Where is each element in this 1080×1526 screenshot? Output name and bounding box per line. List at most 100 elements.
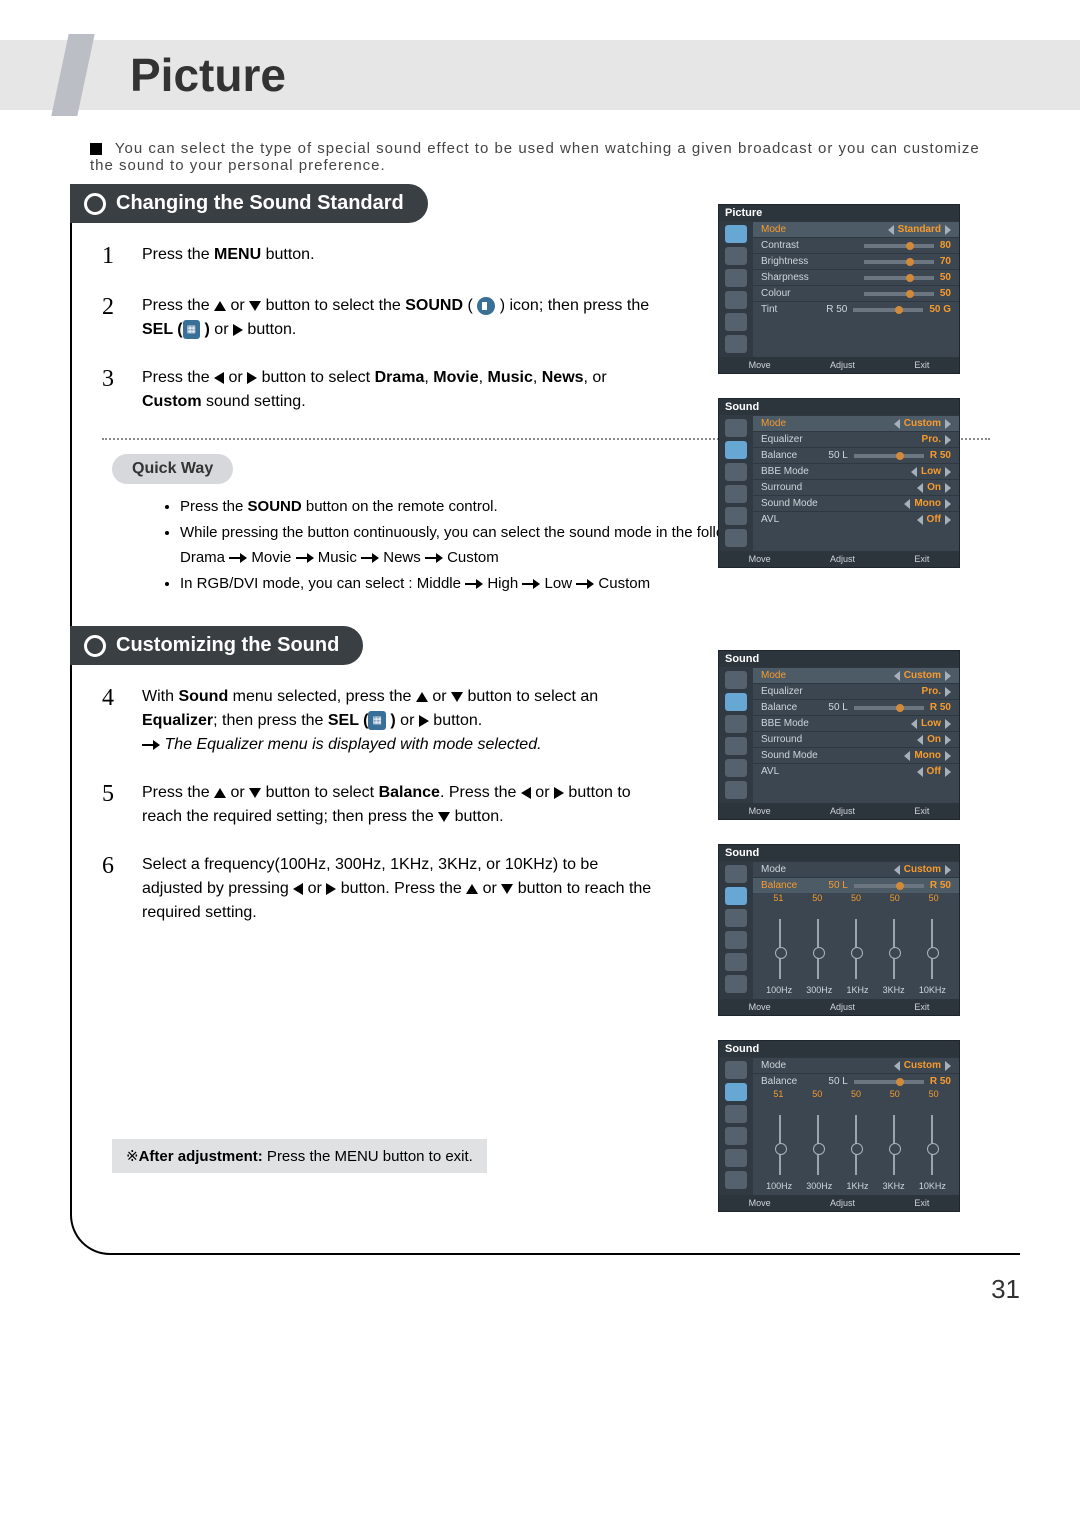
row-left: R 50	[826, 304, 847, 315]
osd-equalizer-1: Sound ModeCustom Balance50 LR 50 5150505…	[718, 844, 960, 1016]
setup-icon	[725, 291, 747, 309]
foot-move: Move	[749, 554, 771, 564]
row-label: Equalizer	[761, 434, 922, 445]
row-label: AVL	[761, 514, 917, 525]
row-value: Custom	[904, 418, 941, 429]
step-number: 5	[102, 781, 142, 808]
down-arrow-icon	[249, 301, 261, 311]
up-arrow-icon	[466, 884, 478, 894]
picture-icon	[725, 419, 747, 437]
step-number: 4	[102, 685, 142, 712]
input-icon	[725, 335, 747, 353]
row-label: Contrast	[761, 240, 858, 251]
step-number: 3	[102, 366, 142, 393]
sel-button-icon: ▦	[183, 320, 200, 339]
osd-sound-2: Sound ModeCustom EqualizerPro. Balance50…	[718, 650, 960, 820]
foot-exit: Exit	[914, 554, 929, 564]
step-number: 1	[102, 243, 142, 270]
picture-icon	[725, 671, 747, 689]
step-text: Press the or button to select Drama, Mov…	[142, 366, 652, 414]
down-arrow-icon	[438, 812, 450, 822]
osd-side-icons	[719, 221, 753, 357]
row-label: Sound Mode	[761, 498, 904, 509]
right-arrow-icon	[554, 787, 564, 799]
ring-icon	[84, 635, 106, 657]
content-frame: Picture ModeStandard Contrast80 Brightne…	[70, 184, 1020, 1255]
left-arrow-icon	[293, 883, 303, 895]
channel-icon	[725, 269, 747, 287]
channel-icon	[725, 715, 747, 733]
step-text: Select a frequency(100Hz, 300Hz, 1KHz, 3…	[142, 853, 652, 925]
foot-exit: Exit	[914, 360, 929, 370]
row-value: Off	[927, 514, 941, 525]
slider	[864, 292, 934, 296]
input-icon	[725, 529, 747, 547]
down-arrow-icon	[451, 692, 463, 702]
slider	[864, 260, 934, 264]
osd-side-icons	[719, 415, 753, 551]
row-value: R 50	[930, 450, 951, 461]
osd-picture-title: Picture	[719, 205, 959, 221]
eq-sliders	[753, 1099, 959, 1181]
step-text: With Sound menu selected, press the or b…	[142, 685, 652, 757]
right-arrow-icon	[945, 483, 951, 493]
row-value: Mono	[914, 498, 941, 509]
left-arrow-icon	[888, 225, 894, 235]
slider	[854, 454, 924, 458]
right-arrow-icon	[945, 499, 951, 509]
left-arrow-icon	[214, 372, 224, 384]
setup-icon	[725, 485, 747, 503]
row-label: Colour	[761, 288, 858, 299]
foot-adjust: Adjust	[830, 360, 855, 370]
left-arrow-icon	[911, 467, 917, 477]
square-bullet-icon	[90, 143, 102, 155]
osd-sound-title: Sound	[719, 399, 959, 415]
left-arrow-icon	[894, 419, 900, 429]
setup-icon	[725, 737, 747, 755]
time-icon	[725, 759, 747, 777]
sel-button-icon: ▦	[368, 711, 385, 730]
up-arrow-icon	[214, 788, 226, 798]
osd-sound-1: Sound ModeCustom EqualizerPro. Balance50…	[718, 398, 960, 568]
eq-sliders	[753, 903, 959, 985]
row-label: BBE Mode	[761, 466, 911, 477]
time-icon	[725, 313, 747, 331]
row-value: 50 G	[929, 304, 951, 315]
down-arrow-icon	[249, 788, 261, 798]
seq-arrow-icon	[296, 554, 314, 562]
step-text: Press the or button to select the SOUND …	[142, 294, 652, 342]
right-arrow-icon	[419, 715, 429, 727]
sound-icon	[725, 693, 747, 711]
seq-arrow-icon	[142, 741, 160, 749]
section-heading-2: Customizing the Sound	[70, 626, 363, 665]
step-text: Press the MENU button.	[142, 243, 652, 267]
left-arrow-icon	[917, 515, 923, 525]
header-bar: Picture	[0, 40, 1080, 110]
foot-move: Move	[749, 360, 771, 370]
row-label: Mode	[761, 224, 888, 235]
right-arrow-icon	[326, 883, 336, 895]
step-number: 6	[102, 853, 142, 880]
page-number: 31	[991, 1274, 1020, 1305]
foot-adjust: Adjust	[830, 554, 855, 564]
right-arrow-icon	[247, 372, 257, 384]
seq-arrow-icon	[465, 580, 483, 588]
row-value: On	[927, 482, 941, 493]
row-label: Sharpness	[761, 272, 858, 283]
osd-equalizer-2: Sound ModeCustom Balance50 LR 50 5150505…	[718, 1040, 960, 1212]
channel-icon	[725, 463, 747, 481]
seq-arrow-icon	[229, 554, 247, 562]
section2-title: Customizing the Sound	[116, 634, 339, 656]
right-arrow-icon	[945, 467, 951, 477]
row-label: Tint	[761, 304, 826, 315]
osd-picture: Picture ModeStandard Contrast80 Brightne…	[718, 204, 960, 374]
step-number: 2	[102, 294, 142, 321]
down-arrow-icon	[501, 884, 513, 894]
row-label: Mode	[761, 418, 894, 429]
section1-title: Changing the Sound Standard	[116, 192, 404, 214]
left-arrow-icon	[521, 787, 531, 799]
ring-icon	[84, 193, 106, 215]
step-text: Press the or button to select Balance. P…	[142, 781, 652, 829]
time-icon	[725, 507, 747, 525]
left-arrow-icon	[904, 499, 910, 509]
